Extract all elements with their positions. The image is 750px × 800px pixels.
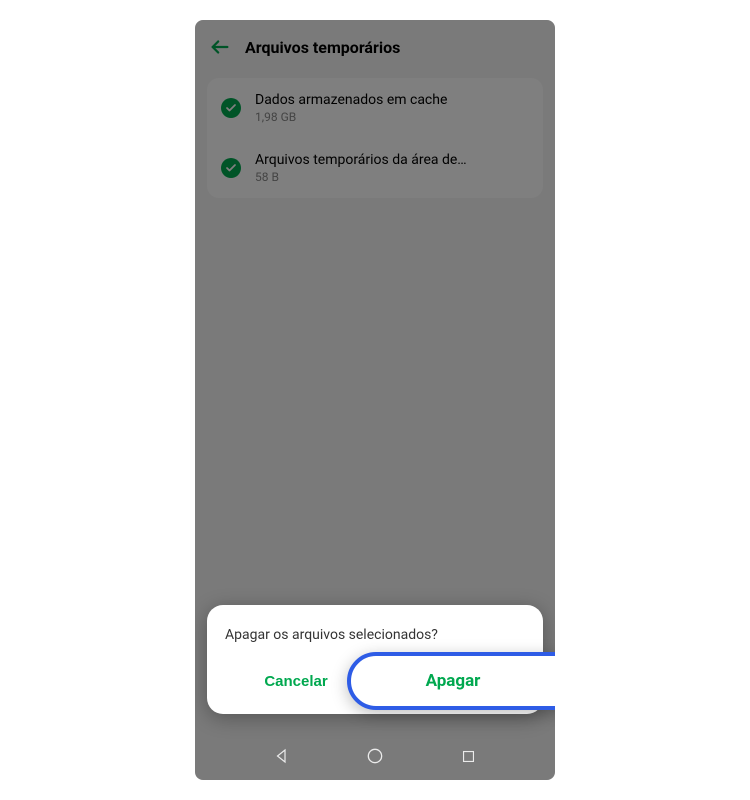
nav-home-icon[interactable] — [355, 736, 395, 776]
android-nav-bar — [195, 732, 555, 780]
phone-frame: Arquivos temporários Dados armazenados e… — [195, 20, 555, 780]
tutorial-highlight-delete-button[interactable]: Apagar — [347, 652, 555, 710]
dialog-message: Apagar os arquivos selecionados? — [225, 627, 525, 643]
nav-recent-icon[interactable] — [448, 736, 488, 776]
screen-content: Arquivos temporários Dados armazenados e… — [195, 20, 555, 780]
nav-back-icon[interactable] — [262, 736, 302, 776]
cancel-button[interactable]: Cancelar — [225, 663, 367, 700]
highlight-label: Apagar — [426, 671, 481, 691]
